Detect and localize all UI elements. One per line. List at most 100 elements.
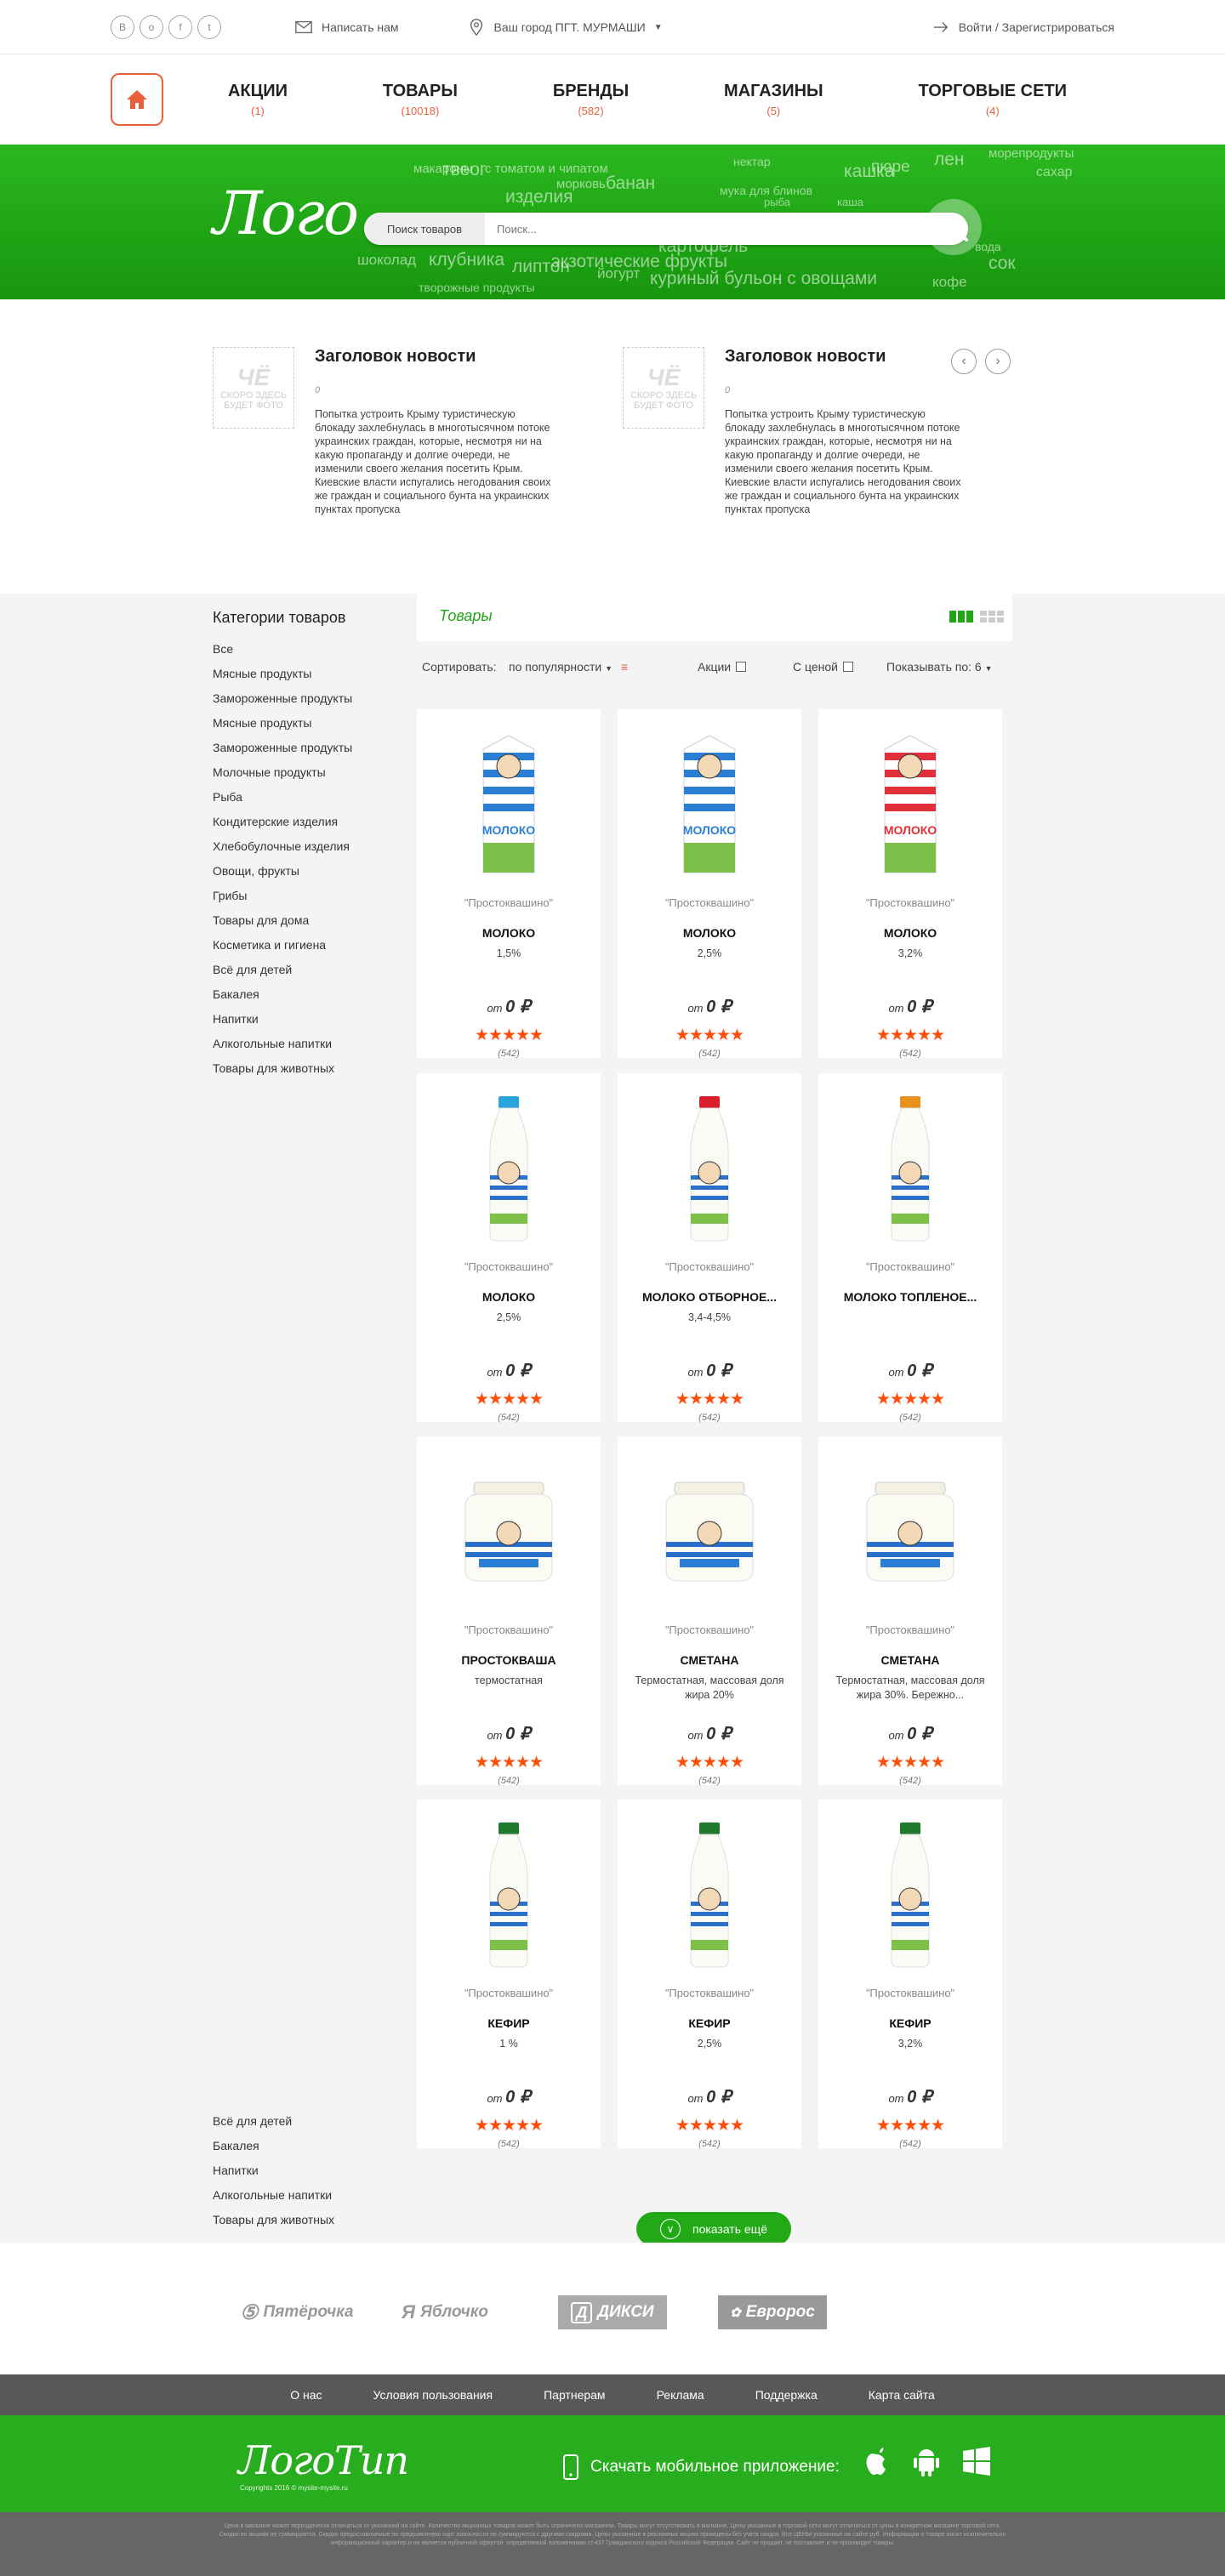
category-item[interactable]: Грибы (213, 889, 352, 913)
category-item[interactable]: Алкогольные напитки (213, 2188, 334, 2213)
android-icon[interactable] (912, 2444, 941, 2478)
cloud-tag[interactable]: вода (975, 240, 1001, 253)
product-name[interactable]: СМЕТАНА (818, 1653, 1002, 1667)
category-item[interactable]: Напитки (213, 1012, 352, 1037)
category-item[interactable]: Товары для животных (213, 1061, 352, 1086)
product-name[interactable]: СМЕТАНА (618, 1653, 801, 1667)
facebook-icon[interactable]: f (168, 15, 192, 39)
footer-link[interactable]: О нас (265, 2388, 347, 2402)
category-item[interactable]: Молочные продукты (213, 765, 352, 790)
category-item[interactable]: Хлебобулочные изделия (213, 839, 352, 864)
product-image[interactable] (618, 1447, 801, 1617)
vk-icon[interactable]: В (111, 15, 134, 39)
show-more-button[interactable]: ∨ показать ещё (636, 2212, 791, 2246)
category-item[interactable]: Замороженные продукты (213, 691, 352, 716)
product-image[interactable]: МОЛОКО (818, 719, 1002, 890)
product-card[interactable]: "Простоквашино" МОЛОКО ОТБОРНОЕ... 3,4-4,5… (618, 1073, 801, 1423)
product-card[interactable]: МОЛОКО "Простоквашино" МОЛОКО 3,2% от 0 ₽ ★★★… (818, 709, 1002, 1059)
cloud-tag[interactable]: клубника (429, 250, 504, 270)
product-name[interactable]: МОЛОКО ОТБОРНОЕ... (618, 1290, 801, 1304)
cloud-tag[interactable]: изделия (505, 187, 573, 208)
product-name[interactable]: КЕФИР (417, 2016, 601, 2030)
product-name[interactable]: МОЛОКО (417, 1290, 601, 1304)
search-scope[interactable]: Поиск товаров (364, 213, 485, 245)
category-item[interactable]: Бакалея (213, 2139, 334, 2164)
product-image[interactable] (818, 1447, 1002, 1617)
site-logo[interactable]: Лого (213, 179, 359, 248)
cloud-tag[interactable]: нектар (733, 155, 771, 168)
nav-promotions[interactable]: АКЦИИ (1) (228, 82, 288, 117)
search-button[interactable] (926, 199, 982, 255)
footer-link[interactable]: Партнерам (518, 2388, 630, 2402)
prev-news-button[interactable]: ‹ (951, 349, 977, 374)
nav-products[interactable]: ТОВАРЫ (10018) (383, 82, 458, 117)
category-item[interactable]: Все (213, 642, 352, 667)
category-item[interactable]: Товары для дома (213, 913, 352, 938)
cloud-tag[interactable]: сахар (1036, 165, 1073, 180)
windows-icon[interactable] (961, 2444, 992, 2478)
grid-large-icon[interactable] (949, 611, 973, 623)
product-image[interactable] (417, 1083, 601, 1254)
product-image[interactable] (417, 1810, 601, 1980)
tab-products[interactable]: Товары (439, 607, 493, 625)
product-name[interactable]: МОЛОКО ТОПЛЕНОЕ... (818, 1290, 1002, 1304)
home-button[interactable] (111, 73, 163, 126)
footer-link[interactable]: Реклама (631, 2388, 730, 2402)
news-card[interactable]: ЧЁ СКОРО ЗДЕСЬ БУДЕТ ФОТО Заголовок новос… (623, 347, 997, 516)
partner-logo[interactable]: ⑤ Пятёрочка (240, 2295, 354, 2329)
price-checkbox[interactable] (843, 662, 853, 672)
cloud-tag[interactable]: куриный бульон с овощами (650, 269, 877, 289)
cloud-tag[interactable]: с томатом и чипатом (485, 162, 608, 176)
city-selector[interactable]: Ваш город ПГТ. МУРМАШИ ▼ (467, 18, 663, 37)
cloud-tag[interactable]: липтон (512, 257, 570, 277)
category-item[interactable]: Напитки (213, 2164, 334, 2188)
product-card[interactable]: "Простоквашино" КЕФИР 2,5% от 0 ₽ ★★★★★ (542) (618, 1800, 801, 2149)
promo-checkbox[interactable] (736, 662, 747, 672)
product-image[interactable] (618, 1810, 801, 1980)
product-image[interactable] (818, 1083, 1002, 1254)
odnoklassniki-icon[interactable]: о (140, 15, 163, 39)
page-size-selector[interactable]: Показывать по: 6 ▼ (886, 660, 993, 674)
product-card[interactable]: МОЛОКО "Простоквашино" МОЛОКО 2,5% от 0 ₽ ★★★… (618, 709, 801, 1059)
category-item[interactable]: Бакалея (213, 987, 352, 1012)
category-item[interactable]: Косметика и гигиена (213, 938, 352, 963)
next-news-button[interactable]: › (985, 349, 1011, 374)
cloud-tag[interactable]: пюре (871, 158, 910, 177)
product-name[interactable]: КЕФИР (818, 2016, 1002, 2030)
promo-filter[interactable]: Акции (698, 660, 747, 674)
footer-logo[interactable]: ЛогоТип (238, 2437, 409, 2483)
cloud-tag[interactable]: морепродукты (989, 146, 1074, 161)
product-card[interactable]: "Простоквашино" ПРОСТОКВАША термостатная от… (417, 1436, 601, 1786)
product-image[interactable] (818, 1810, 1002, 1980)
category-item[interactable]: Всё для детей (213, 2114, 334, 2139)
cloud-tag[interactable]: банан (606, 173, 655, 194)
product-name[interactable]: МОЛОКО (618, 926, 801, 940)
product-image[interactable] (417, 1447, 601, 1617)
nav-brands[interactable]: БРЕНДЫ (582) (553, 82, 629, 117)
cloud-tag[interactable]: каша (837, 196, 863, 208)
nav-shops[interactable]: МАГАЗИНЫ (5) (724, 82, 823, 117)
cloud-tag[interactable]: рыба (764, 196, 790, 208)
cloud-tag[interactable]: кофе (932, 274, 967, 291)
category-item[interactable]: Замороженные продукты (213, 741, 352, 765)
footer-link[interactable]: Поддержка (730, 2388, 843, 2402)
nav-retail-chains[interactable]: ТОРГОВЫЕ СЕТИ (4) (919, 82, 1068, 117)
product-card[interactable]: "Простоквашино" СМЕТАНА Термостатная, масс… (618, 1436, 801, 1786)
footer-link[interactable]: Карта сайта (843, 2388, 960, 2402)
news-title[interactable]: Заголовок новости (315, 347, 587, 367)
category-item[interactable]: Рыба (213, 790, 352, 815)
apple-icon[interactable] (863, 2444, 892, 2478)
partner-logo[interactable]: Я Яблочко (402, 2295, 488, 2329)
category-item[interactable]: Мясные продукты (213, 667, 352, 691)
sort-dropdown[interactable]: по популярности ▼ ≡ (509, 660, 628, 674)
product-name[interactable]: МОЛОКО (818, 926, 1002, 940)
product-image[interactable]: МОЛОКО (417, 719, 601, 890)
sort-order-icon[interactable]: ≡ (621, 660, 628, 674)
product-image[interactable] (618, 1083, 801, 1254)
grid-small-icon[interactable] (980, 611, 1004, 623)
category-item[interactable]: Мясные продукты (213, 716, 352, 741)
category-item[interactable]: Товары для животных (213, 2213, 334, 2238)
news-card[interactable]: ЧЁ СКОРО ЗДЕСЬ БУДЕТ ФОТО Заголовок новос… (213, 347, 587, 516)
category-item[interactable]: Алкогольные напитки (213, 1037, 352, 1061)
cloud-tag[interactable]: лен (934, 150, 965, 170)
